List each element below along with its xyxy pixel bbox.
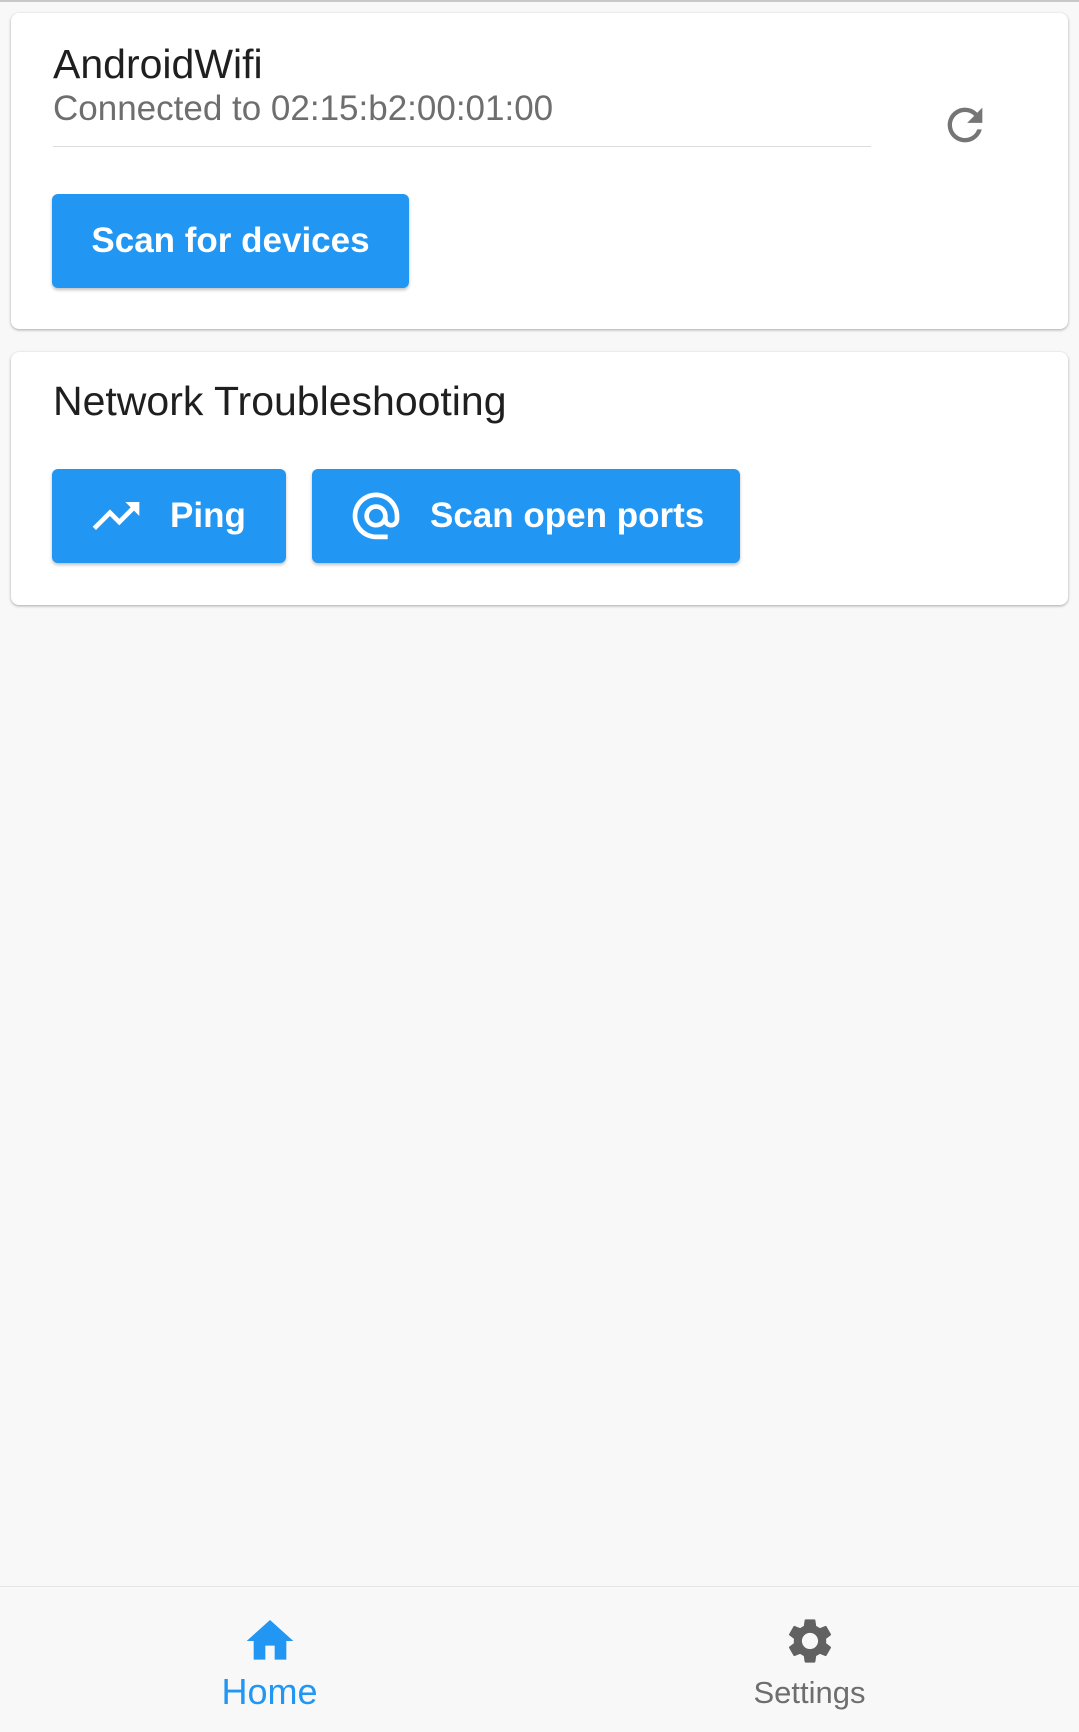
trending-up-icon [88, 488, 144, 544]
refresh-button[interactable] [931, 91, 999, 159]
wifi-network-name: AndroidWifi [53, 41, 263, 87]
ping-button[interactable]: Ping [52, 469, 286, 563]
ping-label: Ping [170, 496, 246, 535]
wifi-connection-status: Connected to 02:15:b2:00:01:00 [53, 89, 554, 128]
wifi-card: AndroidWifi Connected to 02:15:b2:00:01:… [11, 13, 1068, 329]
status-bar-divider [0, 0, 1079, 2]
scan-open-ports-button[interactable]: Scan open ports [312, 469, 740, 563]
gear-icon [782, 1613, 838, 1669]
nav-label-home: Home [221, 1671, 318, 1712]
scan-for-devices-label: Scan for devices [91, 221, 370, 260]
bottom-navigation: Home Settings [0, 1586, 1079, 1732]
home-icon [242, 1613, 298, 1669]
scan-open-ports-label: Scan open ports [430, 496, 705, 535]
divider [53, 146, 871, 147]
troubleshooting-title: Network Troubleshooting [53, 378, 507, 424]
network-troubleshooting-card: Network Troubleshooting Ping Scan open p… [11, 352, 1068, 605]
refresh-icon [947, 107, 983, 143]
nav-item-home[interactable]: Home [0, 1587, 539, 1732]
at-sign-icon [348, 488, 404, 544]
nav-label-settings: Settings [753, 1675, 866, 1710]
nav-item-settings[interactable]: Settings [540, 1587, 1079, 1732]
scan-for-devices-button[interactable]: Scan for devices [52, 194, 409, 288]
